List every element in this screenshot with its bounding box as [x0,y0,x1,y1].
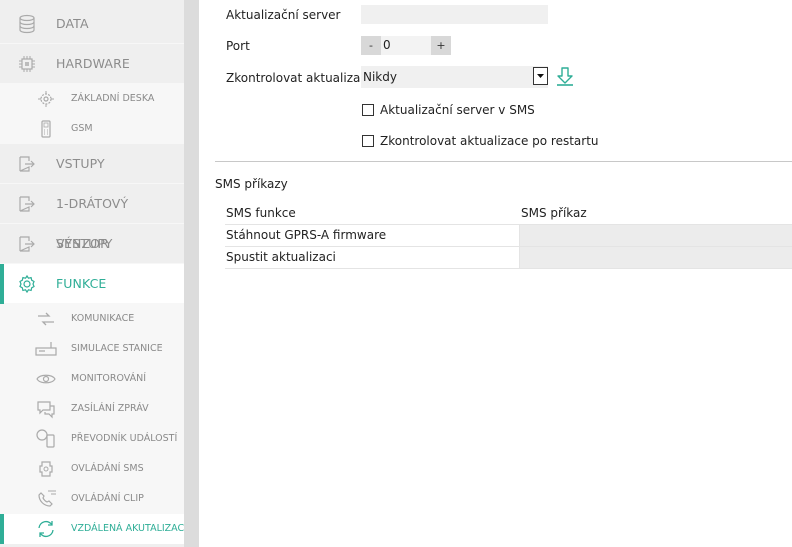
table-header-row: SMS funkce SMS příkaz [225,203,792,225]
sidebar-subitem-simulace-stanice[interactable]: SIMULACE STANICE [0,334,184,364]
chat-icon [37,401,55,419]
active-indicator [0,514,4,544]
phone-icon [41,120,51,138]
database-icon [19,14,35,34]
sidebar-item-label: VZDÁLENÁ AKUTALIZACE [71,523,184,534]
row-command-input[interactable] [519,247,792,268]
sidebar-item-label: FUNKCE [56,276,107,291]
gear-board-icon [38,91,54,107]
sidebar: DATA HARDWARE ZÁKLADNÍ DESKA GSM VSTUPY … [0,0,184,547]
sidebar-subitem-gsm[interactable]: GSM [0,114,184,144]
sidebar-item-1-dratovy-senzor[interactable]: 1-DRÁTOVÝ SENZOR [0,184,184,251]
sidebar-item-vstupy[interactable]: VSTUPY [0,144,184,184]
sidebar-item-label: KOMUNIKACE [71,313,135,324]
eye-icon [36,374,56,384]
sidebar-item-label: ZÁKLADNÍ DESKA [71,93,155,104]
row-function: Spustit aktualizaci [226,250,336,264]
check-update-value: Nikdy [363,70,397,84]
restart-checkbox-row[interactable]: Zkontrolovat aktualizace po restartu [361,132,599,150]
sidebar-item-label: GSM [71,123,93,134]
sidebar-subitem-prevodnik-udalosti[interactable]: PŘEVODNÍK UDÁLOSTÍ [0,424,184,454]
phone-call-icon [38,490,56,507]
port-label: Port [226,39,250,53]
sidebar-divider [184,0,199,547]
port-increment-button[interactable]: + [431,36,451,55]
device-station-icon [35,342,57,356]
download-icon[interactable] [554,66,576,88]
sidebar-item-hardware[interactable]: HARDWARE [0,44,184,84]
sidebar-item-label: PŘEVODNÍK UDÁLOSTÍ [71,433,178,444]
sidebar-subitem-zasilani-zprav[interactable]: ZASÍLÁNÍ ZPRÁV [0,394,184,424]
sidebar-item-label: ZASÍLÁNÍ ZPRÁV [71,403,149,414]
check-update-select[interactable]: Nikdy [361,66,548,88]
sidebar-item-label: VSTUPY [56,156,105,171]
row-function: Stáhnout GPRS-A firmware [226,228,387,242]
table-row: Stáhnout GPRS-A firmware [225,225,792,247]
column-header-function: SMS funkce [226,206,296,220]
chip-icon [19,56,35,72]
sms-commands-table: SMS funkce SMS příkaz Stáhnout GPRS-A fi… [225,203,792,269]
check-update-label: Zkontrolovat aktualizaci [226,71,371,85]
active-indicator [0,264,4,304]
server-label: Aktualizační server [226,8,341,22]
sidebar-item-funkce[interactable]: FUNKCE [0,264,184,304]
sms-section-title: SMS příkazy [215,177,288,191]
column-header-command: SMS příkaz [521,206,587,220]
input-icon [19,156,35,172]
sidebar-item-data[interactable]: DATA [0,4,184,44]
settings-gear-icon [19,274,35,294]
sms-server-checkbox-label: Aktualizační server v SMS [380,103,535,117]
server-input[interactable] [361,5,548,24]
sidebar-subitem-komunikace[interactable]: KOMUNIKACE [0,304,184,334]
sidebar-item-label: SIMULACE STANICE [71,343,163,354]
sidebar-item-label: VÝSTUPY [56,236,113,251]
sidebar-item-label: OVLÁDÁNÍ CLIP [71,493,144,504]
port-input[interactable]: 0 [381,36,431,55]
restart-checkbox-label: Zkontrolovat aktualizace po restartu [380,134,599,148]
puzzle-icon [39,461,53,477]
sidebar-subitem-zakladni-deska[interactable]: ZÁKLADNÍ DESKA [0,84,184,114]
sidebar-item-label: DATA [56,16,89,31]
row-command-input[interactable] [519,225,792,246]
converter-icon [36,429,55,448]
sidebar-subitem-monitorovani[interactable]: MONITOROVÁNÍ [0,364,184,394]
sidebar-subitem-ovladani-clip[interactable]: OVLÁDÁNÍ CLIP [0,484,184,514]
dropdown-arrow-icon[interactable] [533,67,548,85]
sms-server-checkbox[interactable] [362,104,374,116]
sidebar-item-label: HARDWARE [56,56,130,71]
section-divider [215,161,792,162]
output-icon [19,236,35,252]
port-decrement-button[interactable]: - [361,36,381,55]
restart-checkbox[interactable] [362,135,374,147]
sensor-icon [19,196,35,212]
table-row: Spustit aktualizaci [225,247,792,269]
sms-server-checkbox-row[interactable]: Aktualizační server v SMS [361,101,535,119]
sidebar-item-label: MONITOROVÁNÍ [71,373,147,384]
refresh-icon [38,520,54,538]
sidebar-item-label: OVLÁDÁNÍ SMS [71,463,144,474]
sidebar-item-vystupy[interactable]: VÝSTUPY [0,224,184,264]
arrows-exchange-icon [38,312,54,326]
sidebar-subitem-ovladani-sms[interactable]: OVLÁDÁNÍ SMS [0,454,184,484]
sidebar-subitem-vzdalena-akutalizace[interactable]: VZDÁLENÁ AKUTALIZACE [0,514,184,544]
